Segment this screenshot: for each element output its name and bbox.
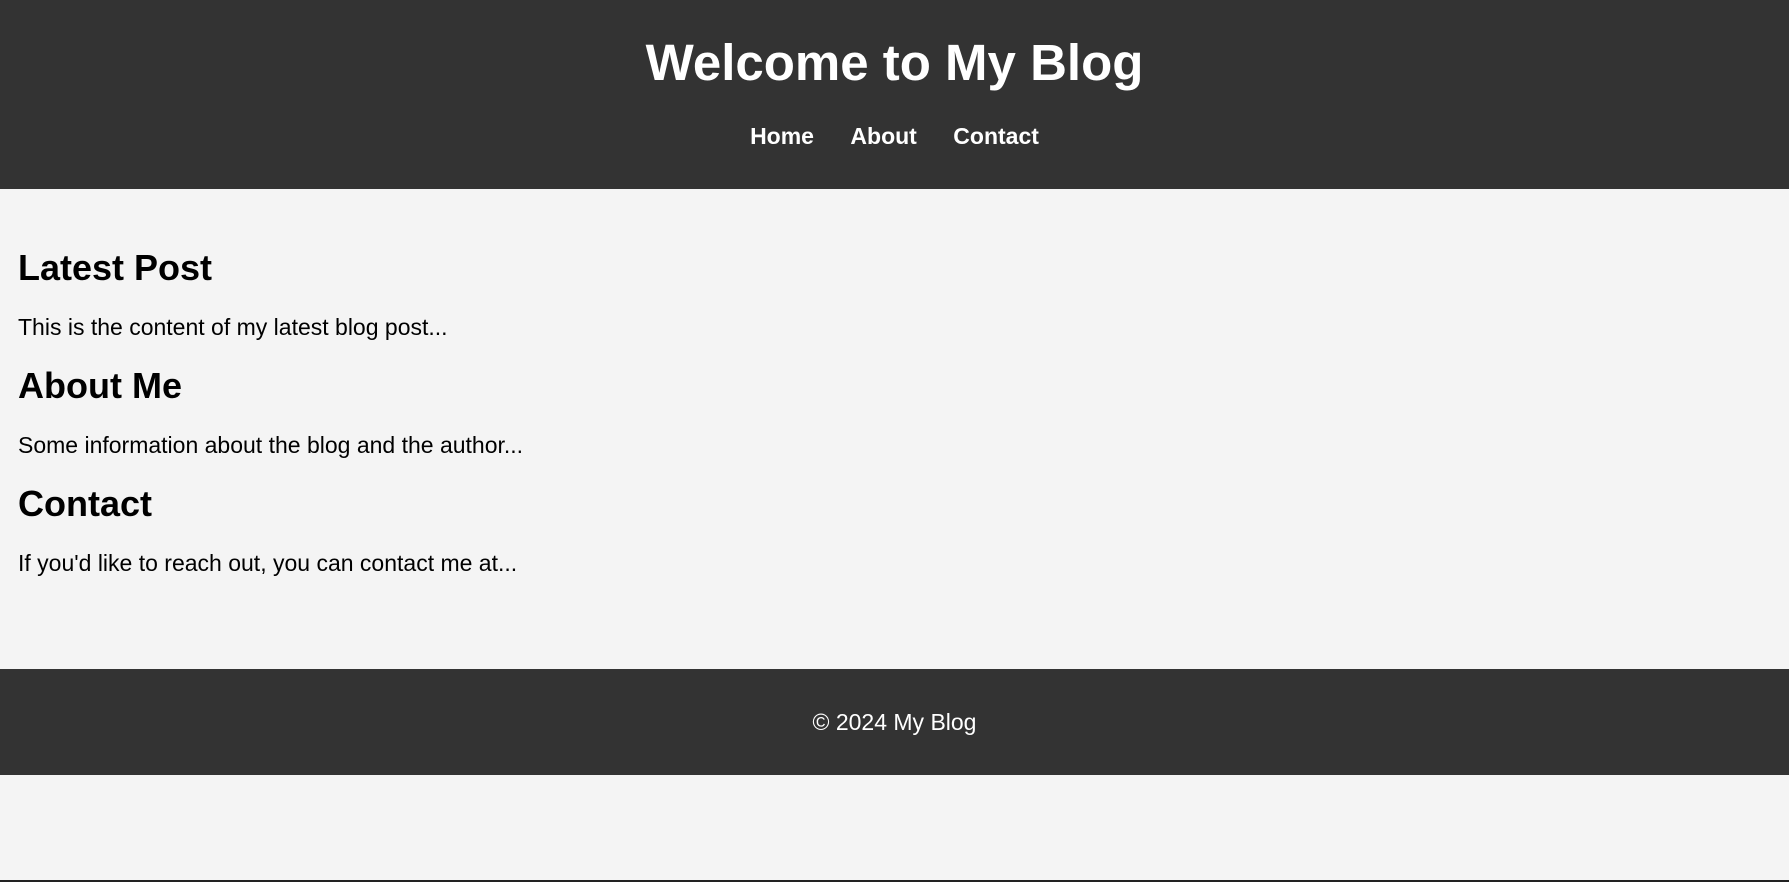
site-title: Welcome to My Blog — [645, 34, 1144, 91]
main-content: Latest Post This is the content of my la… — [0, 189, 1789, 669]
latest-post-section: Latest Post This is the content of my la… — [18, 247, 1771, 341]
about-heading: About Me — [18, 365, 182, 406]
latest-post-text: This is the content of my latest blog po… — [18, 314, 448, 340]
main-nav: Home About Contact — [0, 122, 1789, 150]
contact-section: Contact If you'd like to reach out, you … — [18, 483, 1771, 577]
about-section: About Me Some information about the blog… — [18, 365, 1771, 459]
latest-post-heading: Latest Post — [18, 247, 213, 288]
nav-link-contact[interactable]: Contact — [953, 122, 1039, 150]
nav-link-home[interactable]: Home — [750, 122, 814, 150]
contact-text: If you'd like to reach out, you can cont… — [18, 550, 518, 576]
copyright-text: © 2024 My Blog — [812, 709, 977, 735]
site-footer: © 2024 My Blog — [0, 669, 1789, 775]
site-header: Welcome to My Blog Home About Contact — [0, 0, 1789, 189]
nav-link-about[interactable]: About — [850, 122, 916, 150]
contact-heading: Contact — [18, 483, 152, 524]
about-text: Some information about the blog and the … — [18, 432, 524, 458]
